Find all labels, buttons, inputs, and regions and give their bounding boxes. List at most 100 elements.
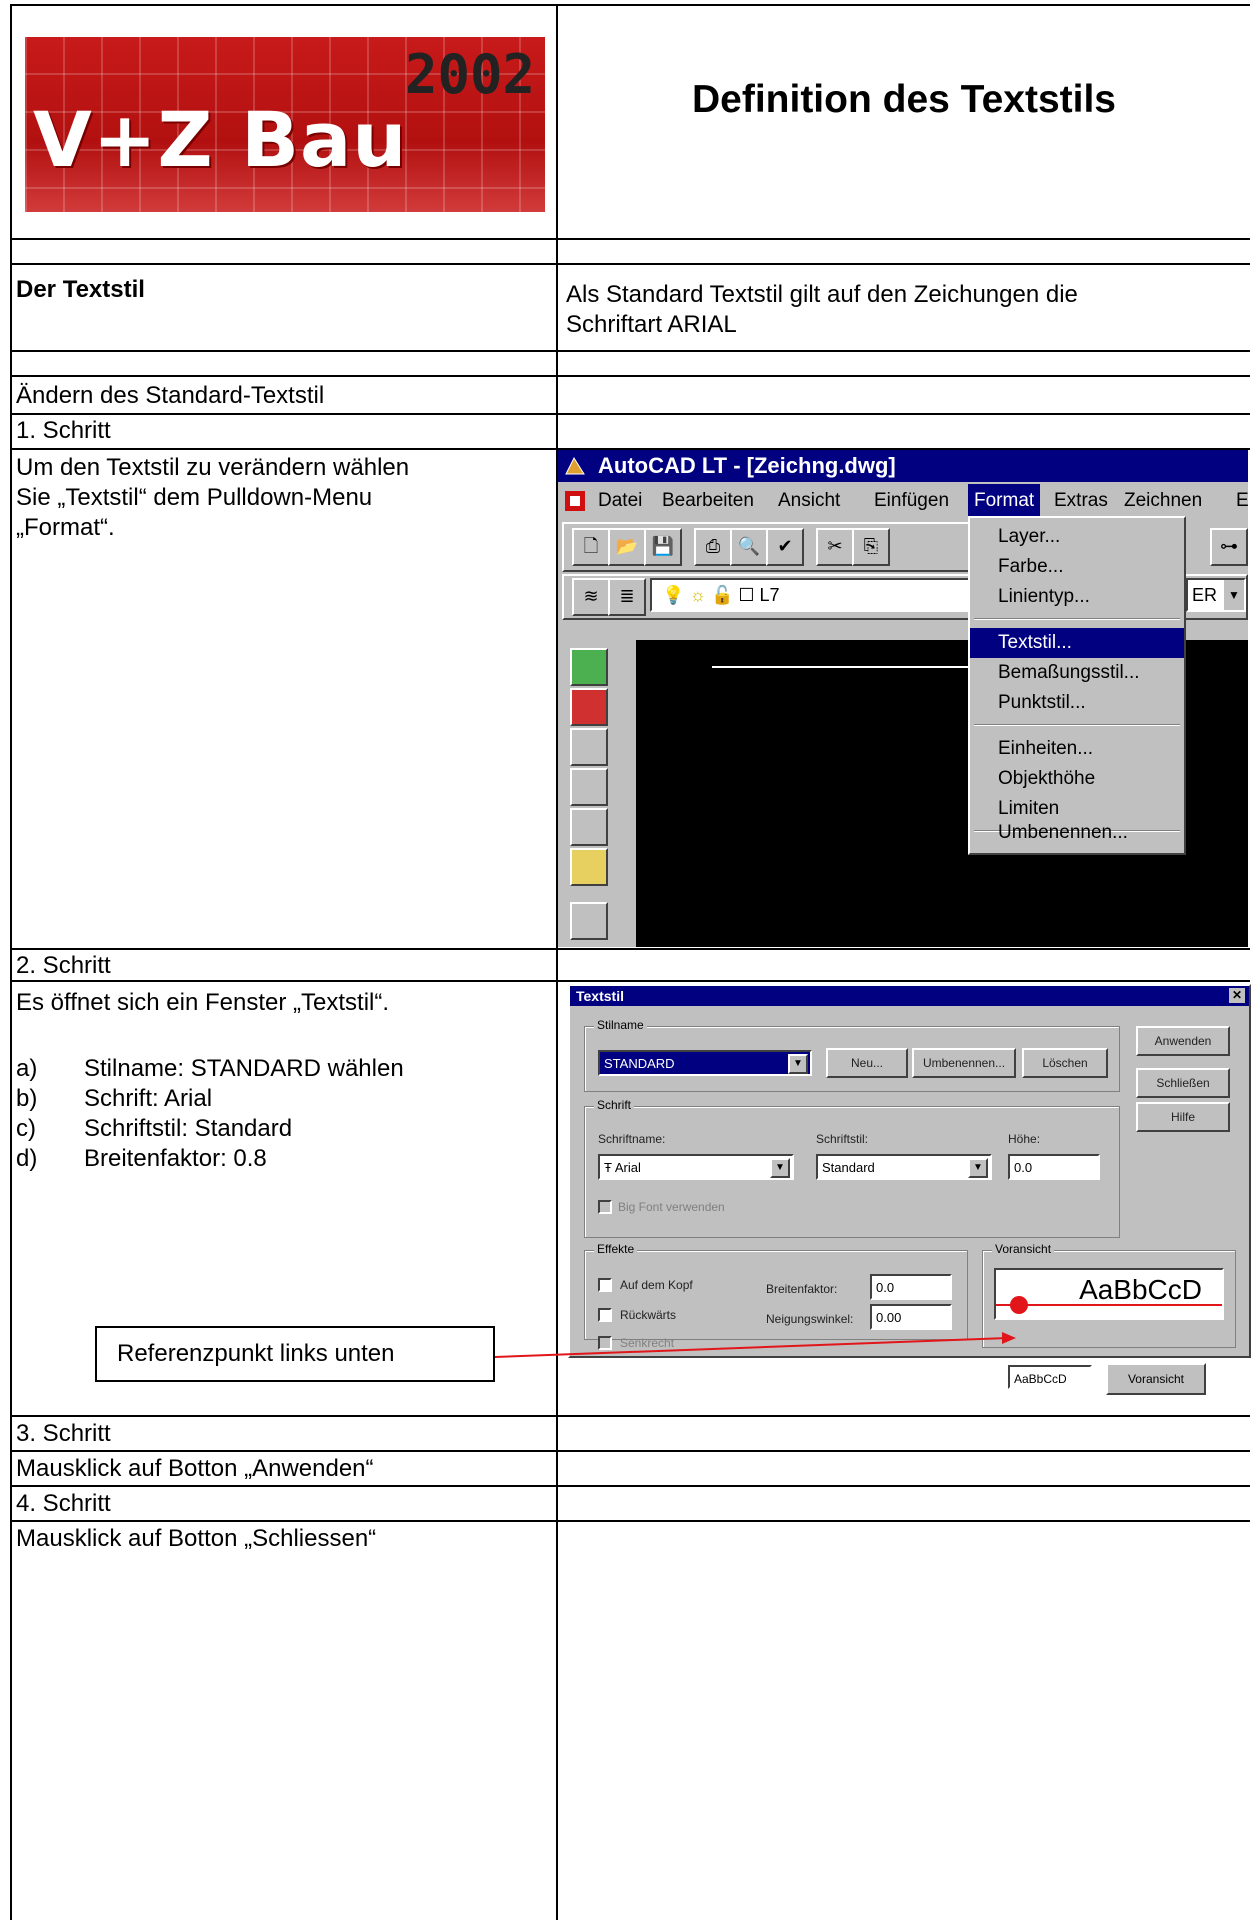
- rule-5: [10, 413, 1250, 415]
- sun-icon: ☼: [689, 585, 706, 605]
- step4-text: Mausklick auf Botton „Schliessen“: [16, 1525, 377, 1552]
- chevron-down-icon: ▼: [1224, 580, 1244, 610]
- rule-7: [10, 948, 1250, 950]
- new-file-button[interactable]: 🗋: [572, 528, 610, 566]
- autocad-titlebar: AutoCAD LT - [Zeichng.dwg]: [558, 450, 1248, 482]
- stilname-select[interactable]: STANDARD ▼: [598, 1050, 812, 1076]
- linetype-select[interactable]: ER ▼: [1186, 578, 1246, 612]
- menu-format[interactable]: Format: [968, 484, 1041, 518]
- schriftstil-select[interactable]: Standard ▼: [816, 1154, 992, 1180]
- menu-datei[interactable]: Datei: [598, 484, 642, 518]
- senkrecht-label: Senkrecht: [620, 1336, 675, 1350]
- step2-title: 2. Schritt: [16, 952, 111, 979]
- menu-item-objekthoehe[interactable]: Objekthöhe: [970, 764, 1184, 794]
- textstil-dialog: Textstil ✕ Stilname STANDARD ▼ Neu... Um…: [568, 984, 1251, 1358]
- apply-button[interactable]: Anwenden: [1136, 1026, 1230, 1056]
- list-item-text: Breitenfaktor: 0.8: [84, 1145, 267, 1172]
- step3-title: 3. Schritt: [16, 1420, 111, 1447]
- layer-prev-button[interactable]: ≣: [608, 578, 646, 616]
- hoehe-input[interactable]: 0.0: [1008, 1154, 1100, 1180]
- preview-text: AaBbCcD: [1079, 1274, 1202, 1305]
- menu-more[interactable]: E: [1236, 484, 1248, 518]
- menu-item-textstil[interactable]: Textstil...: [970, 628, 1184, 658]
- schrift-group-label: Schrift: [594, 1098, 635, 1112]
- voransicht-group-label: Voransicht: [992, 1242, 1055, 1256]
- logo-brand: V+Z Bau: [33, 95, 408, 184]
- rule-12: [10, 1520, 1250, 1522]
- step1-text: Um den Textstil zu verändern wählen Sie …: [16, 454, 410, 541]
- breitenfaktor-input[interactable]: 0.0: [870, 1274, 952, 1300]
- menu-ansicht[interactable]: Ansicht: [778, 484, 840, 518]
- preview-button[interactable]: 🔍: [730, 528, 768, 566]
- menu-item-umbenennen[interactable]: Umbenennen...: [970, 818, 1184, 848]
- snap-button[interactable]: ⊶: [1210, 528, 1248, 566]
- autocad-screenshot: AutoCAD LT - [Zeichng.dwg] Datei Bearbei…: [558, 450, 1248, 947]
- layer-select[interactable]: 💡 ☼ 🔓 ☐ L7: [650, 578, 982, 612]
- copy-button[interactable]: ⎘: [852, 528, 890, 566]
- new-style-button[interactable]: Neu...: [826, 1048, 908, 1078]
- linetype-value: ER: [1192, 585, 1218, 605]
- reference-point-dot: [1010, 1296, 1028, 1314]
- print-button[interactable]: ⎙: [694, 528, 732, 566]
- step3-text: Mausklick auf Botton „Anwenden“: [16, 1455, 374, 1482]
- menu-item-bemassungsstil[interactable]: Bemaßungsstil...: [970, 658, 1184, 688]
- bigfont-checkbox[interactable]: [598, 1200, 612, 1214]
- grid-tool-icon[interactable]: [570, 648, 608, 686]
- textstil-label: Der Textstil: [16, 276, 145, 303]
- draw-toolbar: [558, 640, 630, 947]
- menu-separator: [974, 618, 1180, 620]
- voransicht-button[interactable]: Voransicht: [1106, 1363, 1206, 1395]
- list-item-key: a): [16, 1055, 38, 1082]
- menu-einfuegen[interactable]: Einfügen: [874, 484, 949, 518]
- autocad-menubar: Datei Bearbeiten Ansicht Einfügen Format…: [558, 484, 1248, 518]
- stilname-value: STANDARD: [604, 1056, 675, 1071]
- menu-zeichnen[interactable]: Zeichnen: [1124, 484, 1202, 518]
- block-define-icon[interactable]: [570, 768, 608, 806]
- list-item-key: b): [16, 1085, 38, 1112]
- menu-item-linientyp[interactable]: Linientyp...: [970, 582, 1184, 612]
- chevron-down-icon: ▼: [968, 1158, 988, 1178]
- spellcheck-button[interactable]: ✔: [766, 528, 804, 566]
- delete-style-button[interactable]: Löschen: [1022, 1048, 1108, 1078]
- preview-input-value: AaBbCcD: [1014, 1372, 1067, 1386]
- preview-input[interactable]: AaBbCcD: [1008, 1365, 1092, 1389]
- schriftname-select[interactable]: Ŧ Arial ▼: [598, 1154, 794, 1180]
- save-button[interactable]: 💾: [644, 528, 682, 566]
- menu-bearbeiten[interactable]: Bearbeiten: [662, 484, 754, 518]
- menu-item-punktstil[interactable]: Punktstil...: [970, 688, 1184, 718]
- layer-name: L7: [759, 585, 780, 605]
- neigung-input[interactable]: 0.00: [870, 1304, 952, 1330]
- menu-item-einheiten[interactable]: Einheiten...: [970, 734, 1184, 764]
- rule-11: [10, 1485, 1250, 1487]
- bigfont-label: Big Font verwenden: [618, 1200, 725, 1214]
- list-item-text: Schrift: Arial: [84, 1085, 213, 1112]
- menu-item-layer[interactable]: Layer...: [970, 522, 1184, 552]
- cut-button[interactable]: ✂: [816, 528, 854, 566]
- block-insert-icon[interactable]: [570, 728, 608, 766]
- close-icon[interactable]: ✕: [1229, 988, 1245, 1003]
- color-swatch-icon: ☐: [738, 585, 755, 605]
- attribute-icon[interactable]: [570, 902, 608, 940]
- chevron-down-icon: ▼: [770, 1158, 790, 1178]
- dialog-title: Textstil: [576, 988, 624, 1004]
- help-button[interactable]: Hilfe: [1136, 1102, 1230, 1132]
- close-button[interactable]: Schließen: [1136, 1068, 1230, 1098]
- rueckwaerts-checkbox[interactable]: [598, 1308, 612, 1322]
- font-preview: AaBbCcD: [994, 1268, 1224, 1320]
- menu-extras[interactable]: Extras: [1054, 484, 1108, 518]
- logo-year: 2002: [404, 43, 535, 106]
- clipboard-icon[interactable]: [570, 848, 608, 886]
- grid-red-tool-icon[interactable]: [570, 688, 608, 726]
- senkrecht-checkbox[interactable]: [598, 1336, 612, 1350]
- schriftstil-value: Standard: [822, 1160, 875, 1175]
- list-item-key: d): [16, 1145, 38, 1172]
- layers-button[interactable]: ≋: [572, 578, 610, 616]
- autocad-app-icon: [565, 456, 585, 475]
- rename-style-button[interactable]: Umbenennen...: [912, 1048, 1016, 1078]
- autocad-doc-icon: [565, 491, 585, 511]
- block-edit-icon[interactable]: [570, 808, 608, 846]
- menu-item-farbe[interactable]: Farbe...: [970, 552, 1184, 582]
- open-file-button[interactable]: 📂: [608, 528, 646, 566]
- kopf-checkbox[interactable]: [598, 1278, 612, 1292]
- textstil-description: Als Standard Textstil gilt auf den Zeich…: [566, 281, 1078, 338]
